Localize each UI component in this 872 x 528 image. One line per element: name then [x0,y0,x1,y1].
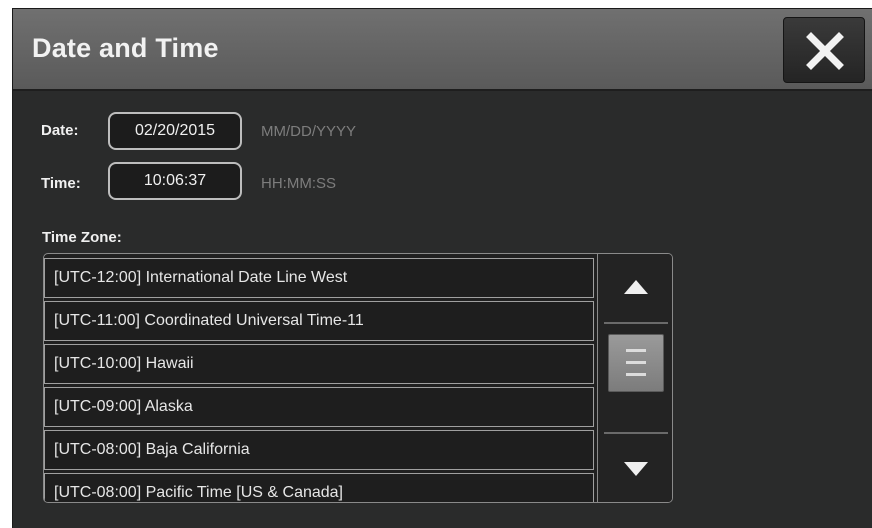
list-item[interactable]: [UTC-08:00] Baja California [44,430,594,470]
list-item[interactable]: [UTC-08:00] Pacific Time [US & Canada] [44,473,594,502]
thumb-grip [626,361,646,364]
list-item[interactable]: [UTC-09:00] Alaska [44,387,594,427]
close-icon [806,32,844,70]
scrollbar-divider [604,322,668,324]
list-item[interactable]: [UTC-10:00] Hawaii [44,344,594,384]
list-item[interactable]: [UTC-12:00] International Date Line West [44,258,594,298]
list-item[interactable]: [UTC-11:00] Coordinated Universal Time-1… [44,301,594,341]
thumb-grip [626,349,646,352]
date-format-hint: MM/DD/YYYY [261,123,357,140]
thumb-grip [626,373,646,376]
arrow-down-icon [624,462,648,476]
title-bar: Date and Time [13,9,872,91]
time-field[interactable]: 10:06:37 [108,162,242,200]
date-time-dialog: Date and Time Date: 02/20/2015 MM/DD/YYY… [12,8,872,528]
close-button[interactable] [783,17,865,83]
scrollbar-thumb[interactable] [608,334,664,392]
timezone-label: Time Zone: [42,229,122,246]
timezone-scrollbar[interactable] [597,254,672,502]
time-format-hint: HH:MM:SS [261,175,336,192]
time-label: Time: [41,175,81,192]
dialog-title: Date and Time [32,33,219,63]
scroll-up-button[interactable] [598,254,672,322]
date-label: Date: [41,122,79,139]
scroll-down-button[interactable] [598,434,672,502]
timezone-list: [UTC-12:00] International Date Line West… [43,253,673,503]
arrow-up-icon [624,280,648,294]
date-field[interactable]: 02/20/2015 [108,112,242,150]
